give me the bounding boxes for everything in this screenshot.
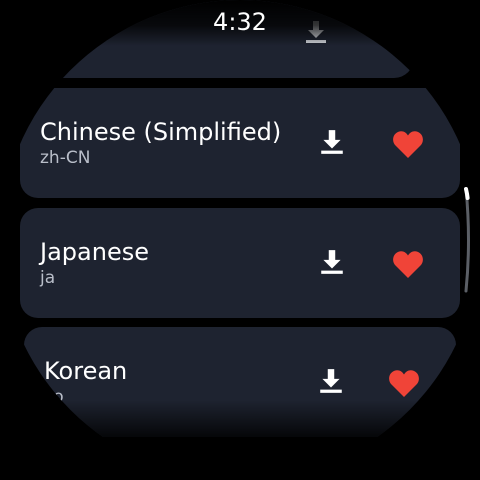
round-display: Chinese (Simplified) zh-CN Japanese ja K… xyxy=(0,0,480,480)
download-icon xyxy=(320,369,342,393)
download-button[interactable] xyxy=(311,361,351,401)
language-card-chinese[interactable]: Chinese (Simplified) zh-CN xyxy=(20,88,460,198)
bottom-fade xyxy=(0,400,480,480)
scrollbar[interactable] xyxy=(463,186,472,294)
heart-icon xyxy=(389,370,419,397)
favorite-button[interactable] xyxy=(382,361,426,405)
heart-icon xyxy=(393,251,423,278)
language-code: ja xyxy=(40,268,56,288)
language-code: zh-CN xyxy=(40,148,91,168)
favorite-button[interactable] xyxy=(386,242,430,286)
download-icon xyxy=(321,250,343,274)
language-name: Korean xyxy=(44,357,128,385)
download-button[interactable] xyxy=(312,242,352,282)
language-name: Chinese (Simplified) xyxy=(40,118,282,146)
language-name: Japanese xyxy=(40,238,149,266)
status-time: 4:32 xyxy=(213,8,267,36)
language-card-japanese[interactable]: Japanese ja xyxy=(20,208,460,318)
watch-screen: Chinese (Simplified) zh-CN Japanese ja K… xyxy=(0,0,480,480)
download-button[interactable] xyxy=(312,122,352,162)
heart-icon xyxy=(393,131,423,158)
download-icon xyxy=(321,130,343,154)
favorite-button[interactable] xyxy=(386,122,430,166)
